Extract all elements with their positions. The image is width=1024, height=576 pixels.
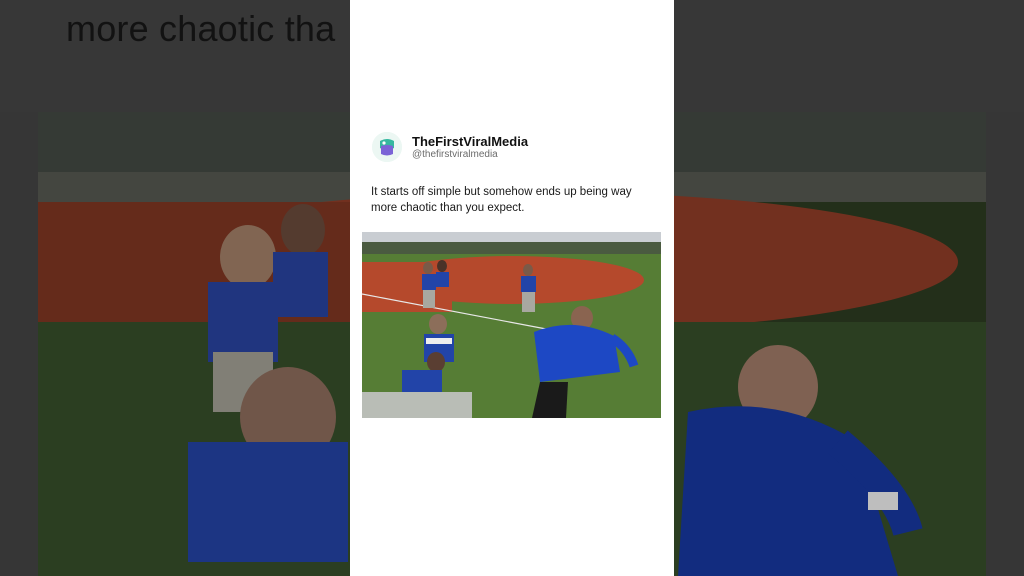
tweet-text: It starts off simple but somehow ends up…: [371, 186, 632, 214]
video-frame: more chaotic tha TheFirstViralMedia @the…: [0, 0, 1024, 576]
tweet-header[interactable]: TheFirstViralMedia @thefirstviralmedia: [372, 130, 528, 164]
brand-logo-icon[interactable]: [372, 132, 402, 162]
tweet-media[interactable]: [362, 232, 661, 418]
tweet-card[interactable]: TheFirstViralMedia @thefirstviralmedia I…: [350, 0, 674, 576]
tweet-media-scene: [362, 232, 661, 418]
avatar-logo: [372, 132, 402, 162]
author-display-name[interactable]: TheFirstViralMedia: [412, 134, 528, 149]
author-handle[interactable]: @thefirstviralmedia: [412, 149, 528, 161]
tweet-author: TheFirstViralMedia @thefirstviralmedia: [412, 134, 528, 161]
